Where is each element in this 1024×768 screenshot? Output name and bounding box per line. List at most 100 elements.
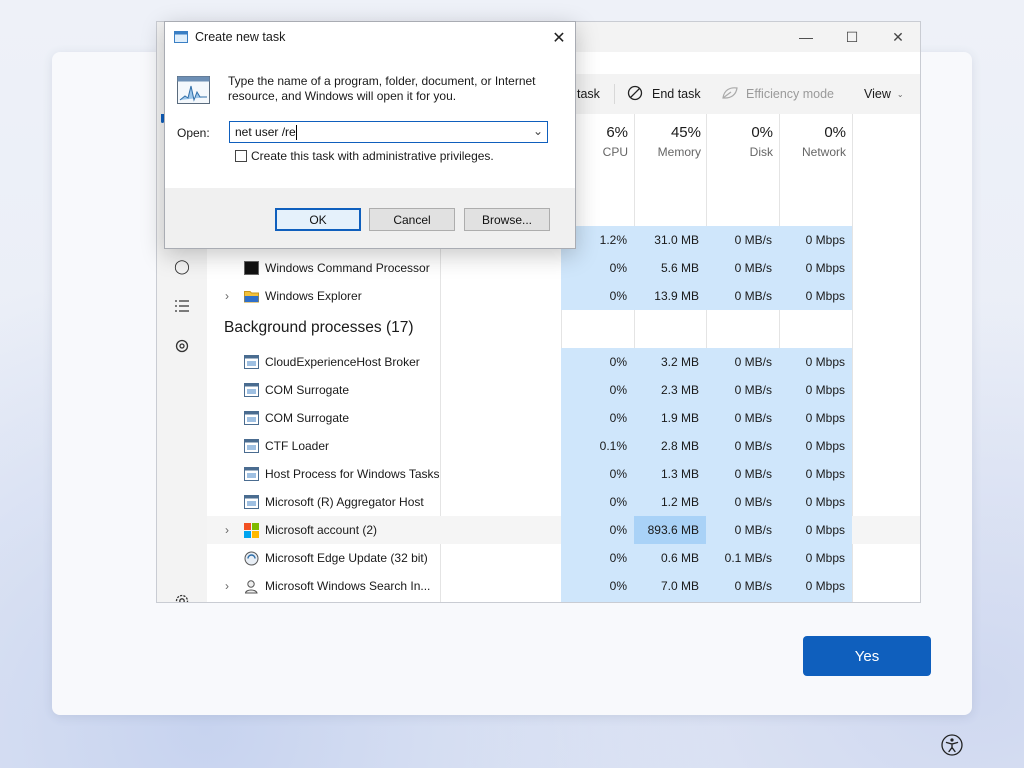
memory-cell: 1.2 MB <box>634 488 706 516</box>
table-row[interactable]: Windows Command Processor 0% 5.6 MB 0 MB/s 0… <box>207 254 920 282</box>
accessibility-icon[interactable] <box>941 734 963 756</box>
chevron-right-icon[interactable]: › <box>225 282 229 310</box>
process-name: MicrosoftEdgeUpdate (32 bit) <box>265 600 421 602</box>
cpu-cell: 0% <box>561 488 634 516</box>
group-title-background: Background processes (17) <box>224 319 414 336</box>
nav-details-icon[interactable] <box>173 297 191 315</box>
dialog-title: Create new task <box>195 30 286 44</box>
efficiency-mode-label: Efficiency mode <box>746 87 835 101</box>
cancel-button[interactable]: Cancel <box>369 208 455 231</box>
process-name: CTF Loader <box>265 439 330 453</box>
table-row[interactable]: MicrosoftEdgeUpdate (32 bit) 0%2.2 MB0 MB… <box>207 600 920 602</box>
browse-button[interactable]: Browse... <box>464 208 550 231</box>
process-name: Microsoft Windows Search In... <box>265 579 431 593</box>
view-label: View <box>864 87 891 101</box>
nav-startup-icon[interactable]: ◯ <box>173 257 191 275</box>
table-row[interactable]: › Windows Explorer 0% 13.9 MB 0 MB/s 0 Mbps <box>207 282 920 310</box>
disk-cell: 0 MB/s <box>706 516 779 544</box>
table-row[interactable]: COM Surrogate 0% 1.9 MB 0 MB/s 0 Mbps <box>207 404 920 432</box>
run-task-label: task <box>577 87 600 101</box>
network-cell: 0 Mbps <box>779 282 852 310</box>
yes-button[interactable]: Yes <box>803 636 931 676</box>
end-task-icon <box>627 85 643 104</box>
ok-button[interactable]: OK <box>275 208 361 231</box>
cpu-cell: 0% <box>561 516 634 544</box>
chevron-down-icon[interactable]: ⌄ <box>533 124 543 138</box>
view-menu-button[interactable]: View ⌄ <box>864 74 904 114</box>
column-header-memory[interactable]: 45% Memory <box>634 118 701 162</box>
run-new-task-button[interactable]: task <box>577 74 600 114</box>
column-header-network[interactable]: 0% Network <box>779 118 846 162</box>
app-window-icon <box>244 439 259 453</box>
end-task-button[interactable]: End task <box>627 74 701 114</box>
network-cell: 0 Mbps <box>779 460 852 488</box>
end-task-label: End task <box>652 87 701 101</box>
disk-cell: 0 MB/s <box>706 460 779 488</box>
memory-cell: 0.6 MB <box>634 544 706 572</box>
disk-cell: 0.1 MB/s <box>706 544 779 572</box>
network-cell: 0 Mbps <box>779 376 852 404</box>
efficiency-mode-button[interactable]: Efficiency mode <box>721 74 834 114</box>
process-name: Windows Command Processor <box>265 261 430 275</box>
disk-cell: 0 MB/s <box>706 376 779 404</box>
disk-header-label: Disk <box>749 145 773 159</box>
admin-privileges-checkbox[interactable] <box>235 150 247 162</box>
nav-services-icon[interactable] <box>173 337 191 355</box>
table-row[interactable]: CTF Loader 0.1% 2.8 MB 0 MB/s 0 Mbps <box>207 432 920 460</box>
disk-cell: 0 MB/s <box>706 572 779 600</box>
column-header-disk[interactable]: 0% Disk <box>706 118 773 162</box>
chevron-right-icon[interactable]: › <box>225 516 229 544</box>
memory-total: 45% <box>670 124 701 141</box>
table-row[interactable]: › Microsoft Windows Search In... 0% 7.0 MB 0… <box>207 572 920 600</box>
admin-privileges-label[interactable]: Create this task with administrative pri… <box>251 149 494 163</box>
cpu-cell: 0% <box>561 600 634 602</box>
chevron-right-icon[interactable]: › <box>225 572 229 600</box>
table-row[interactable]: Microsoft Edge Update (32 bit) 0% 0.6 MB 0.… <box>207 544 920 572</box>
dialog-description: Type the name of a program, folder, docu… <box>228 74 536 103</box>
memory-cell: 893.6 MB <box>634 516 706 544</box>
dialog-button-bar: OK Cancel Browse... <box>165 188 575 248</box>
table-row[interactable]: Host Process for Windows Tasks 0% 1.3 MB 0 … <box>207 460 920 488</box>
app-window-icon <box>244 355 259 369</box>
table-row[interactable]: Microsoft (R) Aggregator Host 0% 1.2 MB 0 M… <box>207 488 920 516</box>
open-label: Open: <box>177 126 210 140</box>
process-name: COM Surrogate <box>265 411 350 425</box>
cpu-cell: 0% <box>561 460 634 488</box>
disk-cell: 0 MB/s <box>706 600 779 602</box>
network-cell: 0 Mbps <box>779 348 852 376</box>
open-input-value[interactable]: net user /re <box>235 125 296 139</box>
memory-cell: 3.2 MB <box>634 348 706 376</box>
disk-cell: 0 MB/s <box>706 404 779 432</box>
cpu-cell: 0% <box>561 572 634 600</box>
network-cell: 0 Mbps <box>779 404 852 432</box>
disk-cell: 0 MB/s <box>706 348 779 376</box>
network-cell: 0 Mbps <box>779 544 852 572</box>
memory-cell: 13.9 MB <box>634 282 706 310</box>
close-icon[interactable]: ✕ <box>543 24 575 52</box>
cpu-cell: 0% <box>561 404 634 432</box>
memory-cell: 1.9 MB <box>634 404 706 432</box>
table-row[interactable]: CloudExperienceHost Broker 0% 3.2 MB 0 MB/s… <box>207 348 920 376</box>
create-new-task-dialog: Create new task ✕ Type the name of a pro… <box>164 21 576 249</box>
process-name: Microsoft (R) Aggregator Host <box>265 495 424 509</box>
memory-cell: 2.3 MB <box>634 376 706 404</box>
cpu-cell: 0% <box>561 282 634 310</box>
close-window-button[interactable]: ✕ <box>875 22 920 52</box>
open-combobox[interactable]: net user /re ⌄ <box>229 121 548 143</box>
minimize-button[interactable]: — <box>783 22 829 52</box>
table-row[interactable]: › Microsoft account (2) 0% 893.6 MB 0 MB/s 0 … <box>207 516 920 544</box>
table-row[interactable]: COM Surrogate 0% 2.3 MB 0 MB/s 0 Mbps <box>207 376 920 404</box>
cpu-cell: 0% <box>561 348 634 376</box>
text-caret <box>296 125 297 140</box>
memory-cell: 2.2 MB <box>634 600 706 602</box>
update-icon <box>244 551 259 566</box>
memory-cell: 2.8 MB <box>634 432 706 460</box>
network-cell: 0 Mbps <box>779 516 852 544</box>
app-window-icon <box>244 411 259 425</box>
maximize-button[interactable]: ☐ <box>829 22 875 52</box>
chevron-down-icon: ⌄ <box>896 89 904 99</box>
cpu-cell: 0% <box>561 544 634 572</box>
settings-icon[interactable] <box>173 592 191 602</box>
memory-header-label: Memory <box>657 145 701 159</box>
app-window-icon <box>244 495 259 509</box>
